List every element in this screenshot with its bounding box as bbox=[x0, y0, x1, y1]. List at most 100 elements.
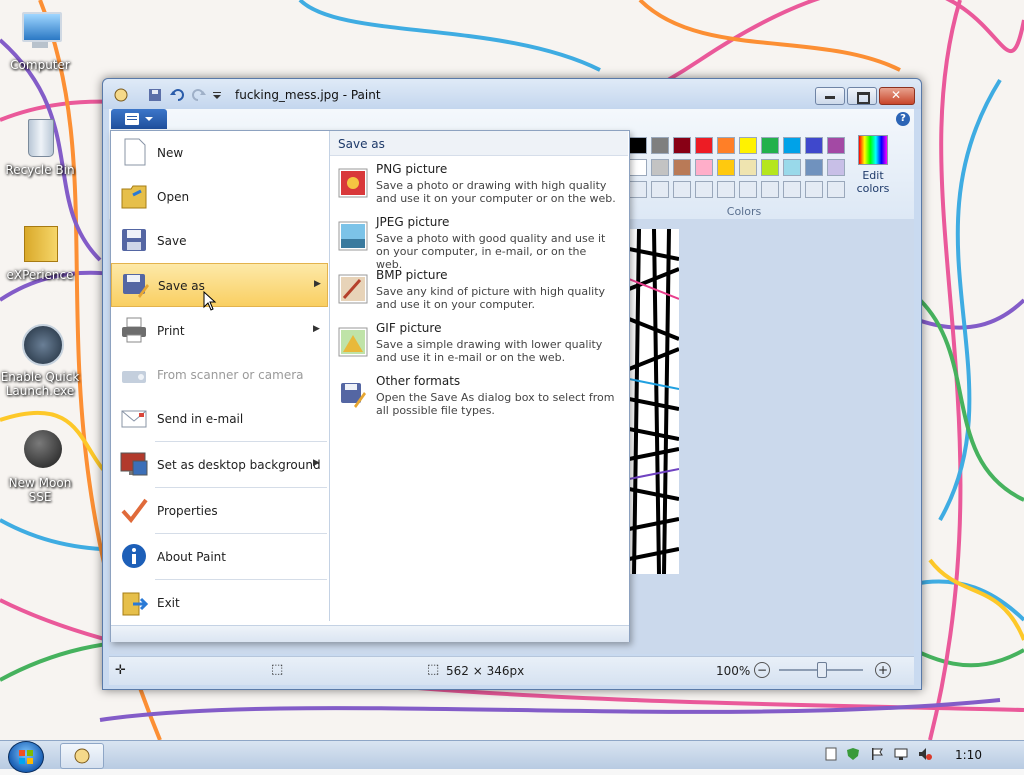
save-as-other-formats[interactable]: Other formats Open the Save As dialog bo… bbox=[330, 370, 628, 423]
restore-icon bbox=[857, 92, 870, 104]
menu-separator bbox=[155, 487, 327, 488]
color-swatch[interactable] bbox=[695, 181, 713, 198]
title-bar[interactable]: fucking_mess.jpg - Paint ✕ bbox=[103, 79, 921, 109]
color-swatch[interactable] bbox=[629, 181, 647, 198]
color-swatch[interactable] bbox=[827, 159, 845, 176]
file-menu-button[interactable] bbox=[111, 109, 167, 129]
save-as-submenu: Save as PNG picture Save a photo or draw… bbox=[329, 131, 628, 621]
zoom-out-button[interactable]: − bbox=[754, 662, 770, 678]
menu-item-from-scanner[interactable]: From scanner or camera bbox=[111, 353, 328, 397]
undo-icon[interactable] bbox=[169, 87, 185, 103]
color-swatch[interactable] bbox=[761, 159, 779, 176]
menu-item-about-paint[interactable]: About Paint bbox=[111, 535, 328, 579]
save-as-bmp[interactable]: BMP picture Save any kind of picture wit… bbox=[330, 264, 628, 317]
menu-item-save[interactable]: Save bbox=[111, 219, 328, 263]
file-menu-commands: New Open Save Save as ▶ Print ▶ From sca… bbox=[111, 131, 328, 625]
paint-app-icon[interactable] bbox=[113, 87, 129, 103]
close-icon: ✕ bbox=[891, 88, 902, 102]
colors-group: Edit colors Colors bbox=[629, 131, 909, 219]
volume-muted-icon[interactable] bbox=[918, 747, 932, 761]
color-swatch[interactable] bbox=[651, 181, 669, 198]
menu-separator bbox=[155, 579, 327, 580]
color-swatch[interactable] bbox=[761, 137, 779, 154]
file-menu-footer bbox=[111, 625, 629, 642]
desktop-icon-label: Computer bbox=[10, 58, 70, 72]
cursor-position-icon: ✛ bbox=[115, 663, 126, 678]
scanner-icon bbox=[119, 359, 149, 389]
close-button[interactable]: ✕ bbox=[879, 87, 915, 105]
submenu-header: Save as bbox=[330, 131, 628, 156]
menu-item-set-desktop-background[interactable]: Set as desktop background ▶ bbox=[111, 443, 328, 487]
image-size-icon: ⬚ bbox=[427, 662, 440, 677]
zoom-slider-thumb[interactable] bbox=[817, 662, 827, 678]
save-as-jpeg[interactable]: JPEG picture Save a photo with good qual… bbox=[330, 211, 628, 271]
color-swatch[interactable] bbox=[629, 159, 647, 176]
desktop-icon-quick-launch[interactable]: Enable Quick Launch.exe bbox=[0, 322, 80, 398]
color-swatch[interactable] bbox=[629, 137, 647, 154]
network-icon[interactable] bbox=[894, 747, 908, 761]
color-swatch[interactable] bbox=[717, 159, 735, 176]
moon-icon bbox=[16, 428, 64, 474]
color-swatch[interactable] bbox=[805, 159, 823, 176]
flag-icon[interactable] bbox=[870, 747, 884, 761]
quick-launch-icon bbox=[16, 322, 64, 368]
color-swatch[interactable] bbox=[717, 137, 735, 154]
zoom-in-button[interactable]: + bbox=[875, 662, 891, 678]
info-icon bbox=[119, 541, 149, 571]
color-swatch[interactable] bbox=[739, 159, 757, 176]
color-swatch[interactable] bbox=[717, 181, 735, 198]
save-as-png[interactable]: PNG picture Save a photo or drawing with… bbox=[330, 158, 628, 211]
png-picture-icon bbox=[338, 168, 368, 198]
color-swatch[interactable] bbox=[783, 159, 801, 176]
desktop-icon-label: eXPerience bbox=[6, 268, 74, 282]
color-swatch[interactable] bbox=[805, 137, 823, 154]
menu-item-save-as[interactable]: Save as ▶ bbox=[111, 263, 328, 307]
save-as-gif[interactable]: GIF picture Save a simple drawing with l… bbox=[330, 317, 628, 370]
menu-item-print[interactable]: Print ▶ bbox=[111, 309, 328, 353]
color-swatch[interactable] bbox=[827, 181, 845, 198]
color-swatch[interactable] bbox=[695, 159, 713, 176]
customize-toolbar-icon[interactable] bbox=[209, 87, 225, 103]
color-swatch[interactable] bbox=[673, 181, 691, 198]
action-center-icon[interactable] bbox=[824, 747, 838, 761]
desktop-icon-computer[interactable]: Computer bbox=[0, 10, 80, 72]
menu-item-send-email[interactable]: Send in e-mail bbox=[111, 397, 328, 441]
color-swatch[interactable] bbox=[695, 137, 713, 154]
menu-item-properties[interactable]: Properties bbox=[111, 489, 328, 533]
color-swatch[interactable] bbox=[651, 137, 669, 154]
color-swatch[interactable] bbox=[761, 181, 779, 198]
color-swatch[interactable] bbox=[651, 159, 669, 176]
minimize-button[interactable] bbox=[815, 87, 845, 105]
save-as-icon bbox=[120, 270, 150, 300]
start-button[interactable] bbox=[8, 741, 44, 773]
redo-icon[interactable] bbox=[191, 87, 207, 103]
restore-button[interactable] bbox=[847, 87, 877, 105]
color-swatch[interactable] bbox=[673, 137, 691, 154]
colors-group-label: Colors bbox=[726, 205, 762, 218]
submenu-arrow-icon: ▶ bbox=[313, 324, 320, 334]
gif-picture-icon bbox=[338, 327, 368, 357]
color-swatch[interactable] bbox=[739, 137, 757, 154]
taskbar-paint-button[interactable] bbox=[60, 743, 104, 769]
color-swatch[interactable] bbox=[805, 181, 823, 198]
color-swatch[interactable] bbox=[739, 181, 757, 198]
color-swatch[interactable] bbox=[783, 181, 801, 198]
color-swatch[interactable] bbox=[827, 137, 845, 154]
color-swatch[interactable] bbox=[783, 137, 801, 154]
color-swatch[interactable] bbox=[673, 159, 691, 176]
clock[interactable]: 1:10 bbox=[955, 748, 982, 762]
edit-colors-button[interactable]: Edit colors bbox=[855, 135, 891, 195]
desktop-icon-experience[interactable]: eXPerience bbox=[0, 220, 80, 282]
selection-size-icon: ⬚ bbox=[271, 662, 284, 677]
security-shield-icon[interactable] bbox=[846, 747, 860, 761]
checkmark-icon bbox=[119, 495, 149, 525]
drawing-canvas[interactable] bbox=[629, 229, 679, 574]
menu-item-new[interactable]: New bbox=[111, 131, 328, 175]
menu-item-open[interactable]: Open bbox=[111, 175, 328, 219]
help-button[interactable]: ? bbox=[896, 112, 910, 126]
desktop-icon-recycle-bin[interactable]: Recycle Bin bbox=[0, 115, 80, 177]
save-disk-icon bbox=[119, 225, 149, 255]
menu-item-exit[interactable]: Exit bbox=[111, 581, 328, 625]
desktop-icon-new-moon[interactable]: New Moon SSE bbox=[0, 428, 80, 504]
quick-save-icon[interactable] bbox=[147, 87, 163, 103]
